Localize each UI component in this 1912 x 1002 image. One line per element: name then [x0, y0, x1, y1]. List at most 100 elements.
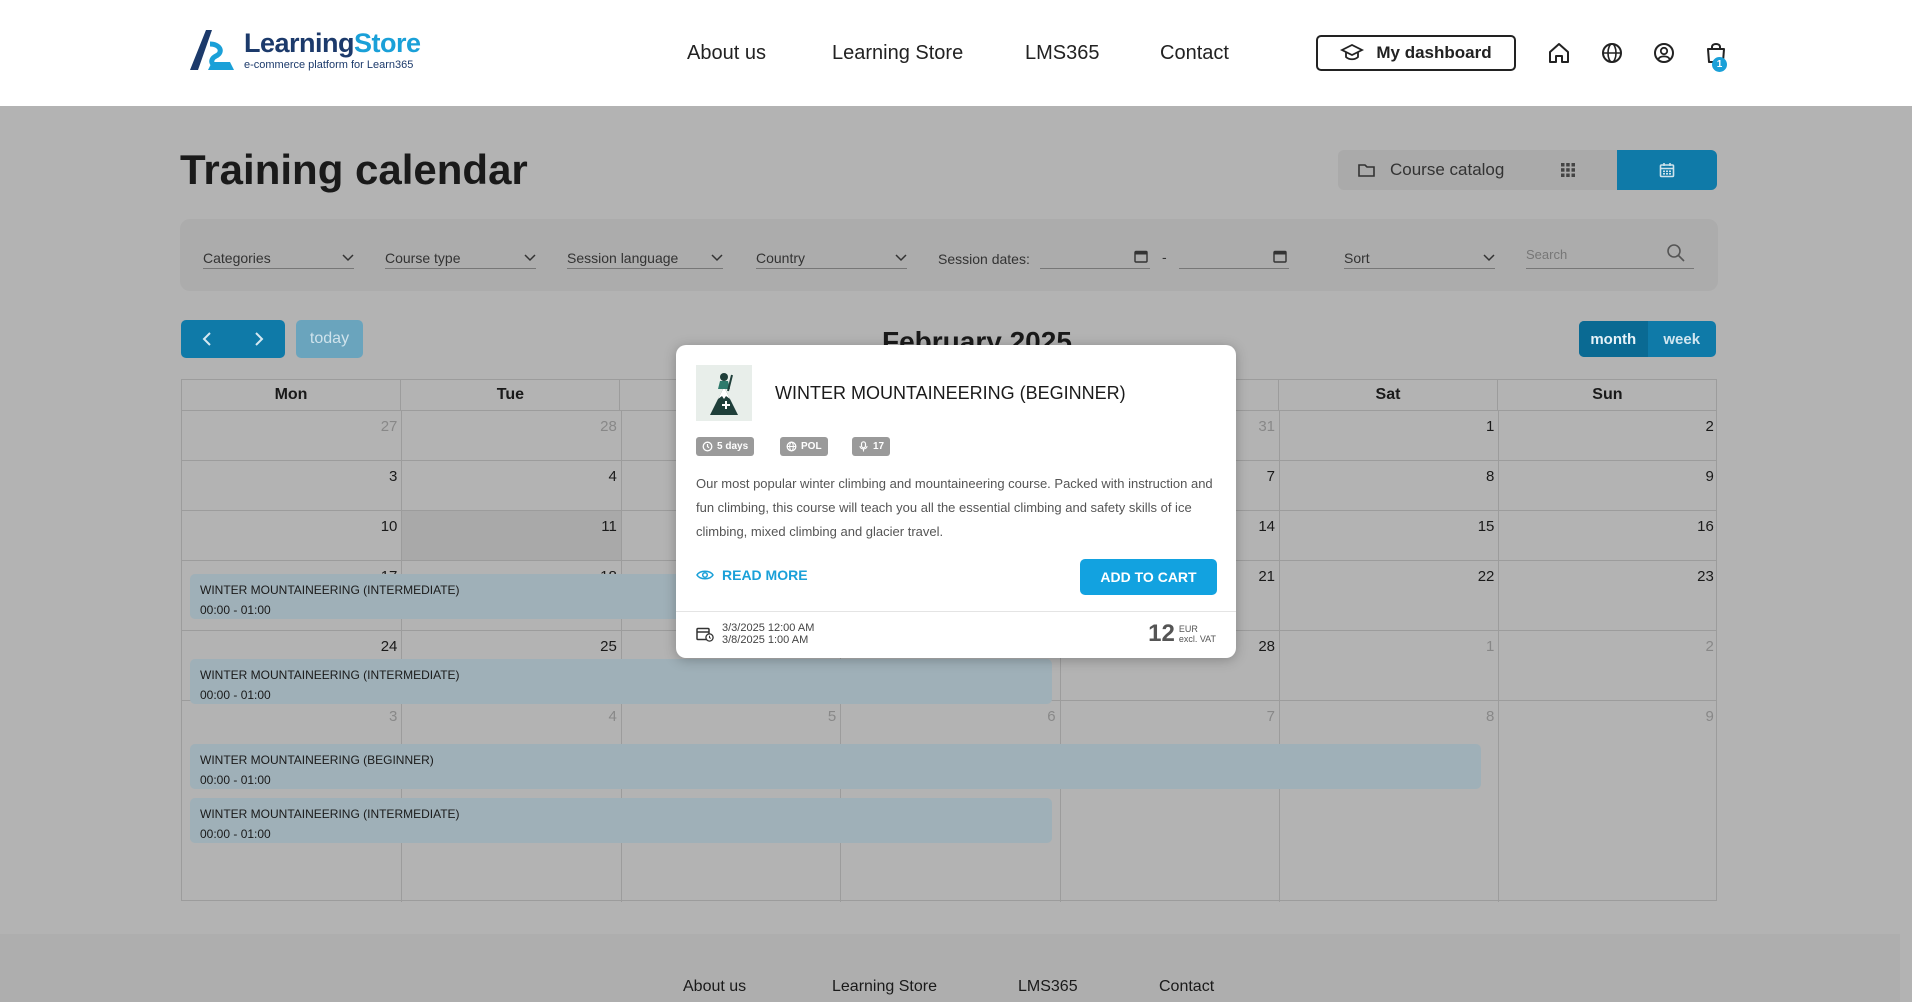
footer-nav-contact[interactable]: Contact	[1159, 978, 1214, 996]
home-icon[interactable]	[1546, 40, 1572, 66]
chevron-down-icon	[1483, 253, 1495, 261]
day-number[interactable]: 7	[1235, 468, 1275, 485]
my-dashboard-button[interactable]: My dashboard	[1316, 35, 1516, 71]
session-dates-label: Session dates:	[938, 251, 1030, 267]
prev-month-button[interactable]	[181, 320, 233, 358]
course-thumbnail	[696, 365, 752, 421]
nav-about-us[interactable]: About us	[687, 42, 766, 65]
language-badge: POL	[780, 437, 828, 456]
globe-icon[interactable]	[1599, 40, 1625, 66]
session-language-label: Session language	[567, 249, 679, 266]
nav-learning-store[interactable]: Learning Store	[832, 42, 963, 65]
day-number[interactable]: 21	[1235, 568, 1275, 585]
footer	[0, 934, 1900, 1002]
grid-view-icon[interactable]	[1560, 162, 1576, 178]
chevron-left-icon	[202, 332, 211, 346]
calendar-event[interactable]: WINTER MOUNTAINEERING (BEGINNER) 00:00 - …	[190, 744, 1481, 789]
day-number[interactable]: 9	[1674, 468, 1713, 485]
footer-nav-learning-store[interactable]: Learning Store	[832, 978, 937, 996]
day-number[interactable]: 1	[1454, 638, 1494, 655]
course-catalog-button[interactable]: Course catalog	[1338, 150, 1618, 190]
calendar-event[interactable]: WINTER MOUNTAINEERING (INTERMEDIATE) 00:0…	[190, 798, 1052, 843]
mountaineer-icon	[710, 373, 738, 415]
day-number[interactable]: 8	[1454, 708, 1494, 725]
week-view-button[interactable]: week	[1648, 321, 1717, 357]
search-icon[interactable]	[1666, 243, 1686, 263]
day-number[interactable]: 8	[1454, 468, 1494, 485]
course-type-select[interactable]: Course type	[385, 247, 536, 269]
day-number[interactable]: 4	[577, 708, 616, 725]
footer-nav-about-us[interactable]: About us	[683, 978, 746, 996]
duration-text: 5 days	[717, 441, 749, 452]
month-view-button[interactable]: month	[1579, 321, 1648, 357]
day-number[interactable]: 23	[1674, 568, 1714, 585]
chevron-down-icon	[342, 253, 354, 261]
session-start-date: 3/3/2025 12:00 AM	[722, 622, 815, 634]
categories-select[interactable]: Categories	[203, 247, 354, 269]
seats-text: 17	[873, 441, 885, 452]
nav-lms365[interactable]: LMS365	[1025, 42, 1100, 65]
folder-icon	[1358, 164, 1375, 177]
day-number[interactable]: 7	[1235, 708, 1275, 725]
day-number[interactable]: 2	[1674, 418, 1713, 435]
column-divider	[1498, 410, 1500, 902]
day-number[interactable]: 14	[1235, 518, 1275, 535]
course-type-label: Course type	[385, 249, 461, 266]
sort-label: Sort	[1344, 249, 1370, 266]
day-number[interactable]: 16	[1674, 518, 1714, 535]
session-end-date: 3/8/2025 1:00 AM	[722, 634, 809, 646]
weekday-header: Tue	[401, 380, 621, 410]
popup-course-description: Our most popular winter climbing and mou…	[696, 476, 1213, 539]
session-language-select[interactable]: Session language	[567, 247, 723, 269]
seats-badge: 17	[852, 437, 891, 456]
day-number[interactable]: 4	[577, 468, 616, 485]
calendar-icon	[1659, 163, 1675, 178]
event-title: WINTER MOUNTAINEERING (INTERMEDIATE)	[200, 668, 460, 682]
country-select[interactable]: Country	[756, 247, 907, 269]
day-number[interactable]: 27	[357, 418, 398, 435]
event-time: 00:00 - 01:00	[200, 773, 271, 787]
microphone-icon	[859, 441, 868, 452]
price-vat-note: excl. VAT	[1178, 634, 1216, 644]
day-number[interactable]: 31	[1235, 418, 1275, 435]
logo-mark-icon	[190, 30, 234, 70]
day-number[interactable]: 5	[796, 708, 836, 725]
sort-select[interactable]: Sort	[1344, 247, 1495, 269]
day-number[interactable]: 9	[1674, 708, 1713, 725]
add-to-cart-button[interactable]: ADD TO CART	[1080, 559, 1217, 595]
day-number[interactable]: 11	[577, 518, 617, 535]
day-number[interactable]: 28	[1235, 638, 1275, 655]
day-number[interactable]: 3	[357, 468, 397, 485]
day-number[interactable]: 10	[357, 518, 398, 535]
weekday-header: Mon	[182, 380, 401, 410]
column-divider	[1279, 410, 1280, 902]
calendar-view-button[interactable]	[1617, 150, 1717, 190]
day-number[interactable]: 3	[357, 708, 397, 725]
session-date-to-input[interactable]	[1179, 247, 1289, 269]
search-input[interactable]: Search	[1526, 243, 1694, 269]
timer-icon	[702, 441, 713, 452]
next-month-button[interactable]	[233, 320, 285, 358]
footer-nav-lms365[interactable]: LMS365	[1018, 978, 1078, 996]
top-header: LearningStore e-commerce platform for Le…	[0, 0, 1912, 106]
day-number[interactable]: 24	[357, 638, 398, 655]
read-more-link[interactable]: READ MORE	[696, 567, 808, 583]
day-number[interactable]: 1	[1454, 418, 1494, 435]
calendar-event[interactable]: WINTER MOUNTAINEERING (INTERMEDIATE) 00:0…	[190, 659, 1052, 704]
learningstore-logo[interactable]: LearningStore e-commerce platform for Le…	[186, 26, 421, 74]
day-number[interactable]: 2	[1674, 638, 1713, 655]
user-account-icon[interactable]	[1651, 40, 1677, 66]
weekday-header: Sun	[1498, 380, 1718, 410]
session-date-from-input[interactable]	[1040, 247, 1150, 269]
read-more-label: READ MORE	[722, 567, 808, 583]
day-number[interactable]: 6	[1016, 708, 1055, 725]
session-dates: 3/3/2025 12:00 AM 3/8/2025 1:00 AM	[696, 622, 814, 646]
today-button[interactable]: today	[296, 320, 363, 358]
globe-icon	[786, 441, 797, 452]
day-number[interactable]: 25	[577, 638, 617, 655]
popup-course-title: WINTER MOUNTAINEERING (BEGINNER)	[775, 383, 1126, 403]
day-number[interactable]: 15	[1454, 518, 1495, 535]
nav-contact[interactable]: Contact	[1160, 42, 1229, 65]
day-number[interactable]: 28	[577, 418, 617, 435]
day-number[interactable]: 22	[1454, 568, 1495, 585]
